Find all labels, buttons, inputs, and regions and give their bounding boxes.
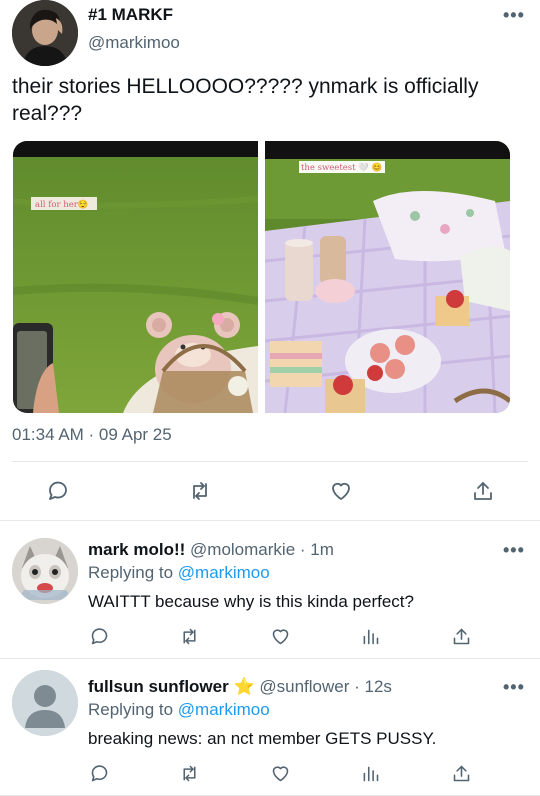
- reply-avatar[interactable]: [12, 670, 78, 736]
- reply-header: mark molo!! @molomarkie · 1m: [88, 540, 334, 560]
- tweet-image-left[interactable]: all for her😌: [13, 141, 258, 413]
- retweet-icon[interactable]: [179, 626, 203, 650]
- replying-to-label: Replying to: [88, 700, 174, 719]
- replying-to-handle[interactable]: @markimoo: [178, 563, 270, 582]
- replying-to-label: Replying to: [88, 563, 174, 582]
- more-icon[interactable]: •••: [503, 677, 525, 698]
- share-icon[interactable]: [471, 479, 495, 503]
- divider: [12, 461, 528, 462]
- more-icon[interactable]: •••: [503, 5, 525, 26]
- replying-to: Replying to @markimoo: [88, 563, 270, 583]
- reply-time[interactable]: · 12s: [354, 677, 392, 696]
- reply-text: WAITTT because why is this kinda perfect…: [88, 592, 414, 611]
- divider: [0, 658, 540, 659]
- reply-avatar[interactable]: [12, 538, 78, 604]
- analytics-icon[interactable]: [360, 763, 384, 787]
- reply-handle[interactable]: @molomarkie: [190, 540, 295, 559]
- like-icon[interactable]: [270, 763, 294, 787]
- like-icon[interactable]: [329, 479, 353, 503]
- reply-text: breaking news: an nct member GETS PUSSY.: [88, 729, 437, 748]
- share-icon[interactable]: [451, 626, 475, 650]
- reply-icon[interactable]: [89, 626, 113, 650]
- reply-header: fullsun sunflower ⭐ @sunflower · 12s: [88, 677, 392, 697]
- divider: [0, 520, 540, 521]
- tweet-text: their stories HELLOOOO????? ynmark is of…: [12, 75, 479, 125]
- image-left-caption: all for her😌: [35, 199, 88, 210]
- like-icon[interactable]: [270, 626, 294, 650]
- replying-to: Replying to @markimoo: [88, 700, 270, 720]
- retweet-icon[interactable]: [179, 763, 203, 787]
- reply-time[interactable]: · 1m: [300, 540, 334, 559]
- share-icon[interactable]: [451, 763, 475, 787]
- reply-display-name[interactable]: mark molo!!: [88, 540, 185, 559]
- more-icon[interactable]: •••: [503, 540, 525, 561]
- author-handle[interactable]: @markimoo: [88, 33, 180, 53]
- star-badge-icon: ⭐: [233, 677, 255, 696]
- author-avatar[interactable]: [12, 0, 78, 66]
- image-right-caption: the sweetest 🤍 😊: [301, 162, 382, 173]
- author-display-name[interactable]: #1 MARKF: [88, 5, 173, 25]
- reply-display-name[interactable]: fullsun sunflower: [88, 677, 229, 696]
- reply-handle[interactable]: @sunflower: [259, 677, 349, 696]
- replying-to-handle[interactable]: @markimoo: [178, 700, 270, 719]
- tweet-image-right[interactable]: the sweetest 🤍 😊: [265, 141, 510, 413]
- reply-icon[interactable]: [89, 763, 113, 787]
- reply-icon[interactable]: [46, 479, 70, 503]
- analytics-icon[interactable]: [360, 626, 384, 650]
- retweet-icon[interactable]: [188, 479, 212, 503]
- tweet-timestamp[interactable]: 01:34 AM · 09 Apr 25: [12, 425, 172, 445]
